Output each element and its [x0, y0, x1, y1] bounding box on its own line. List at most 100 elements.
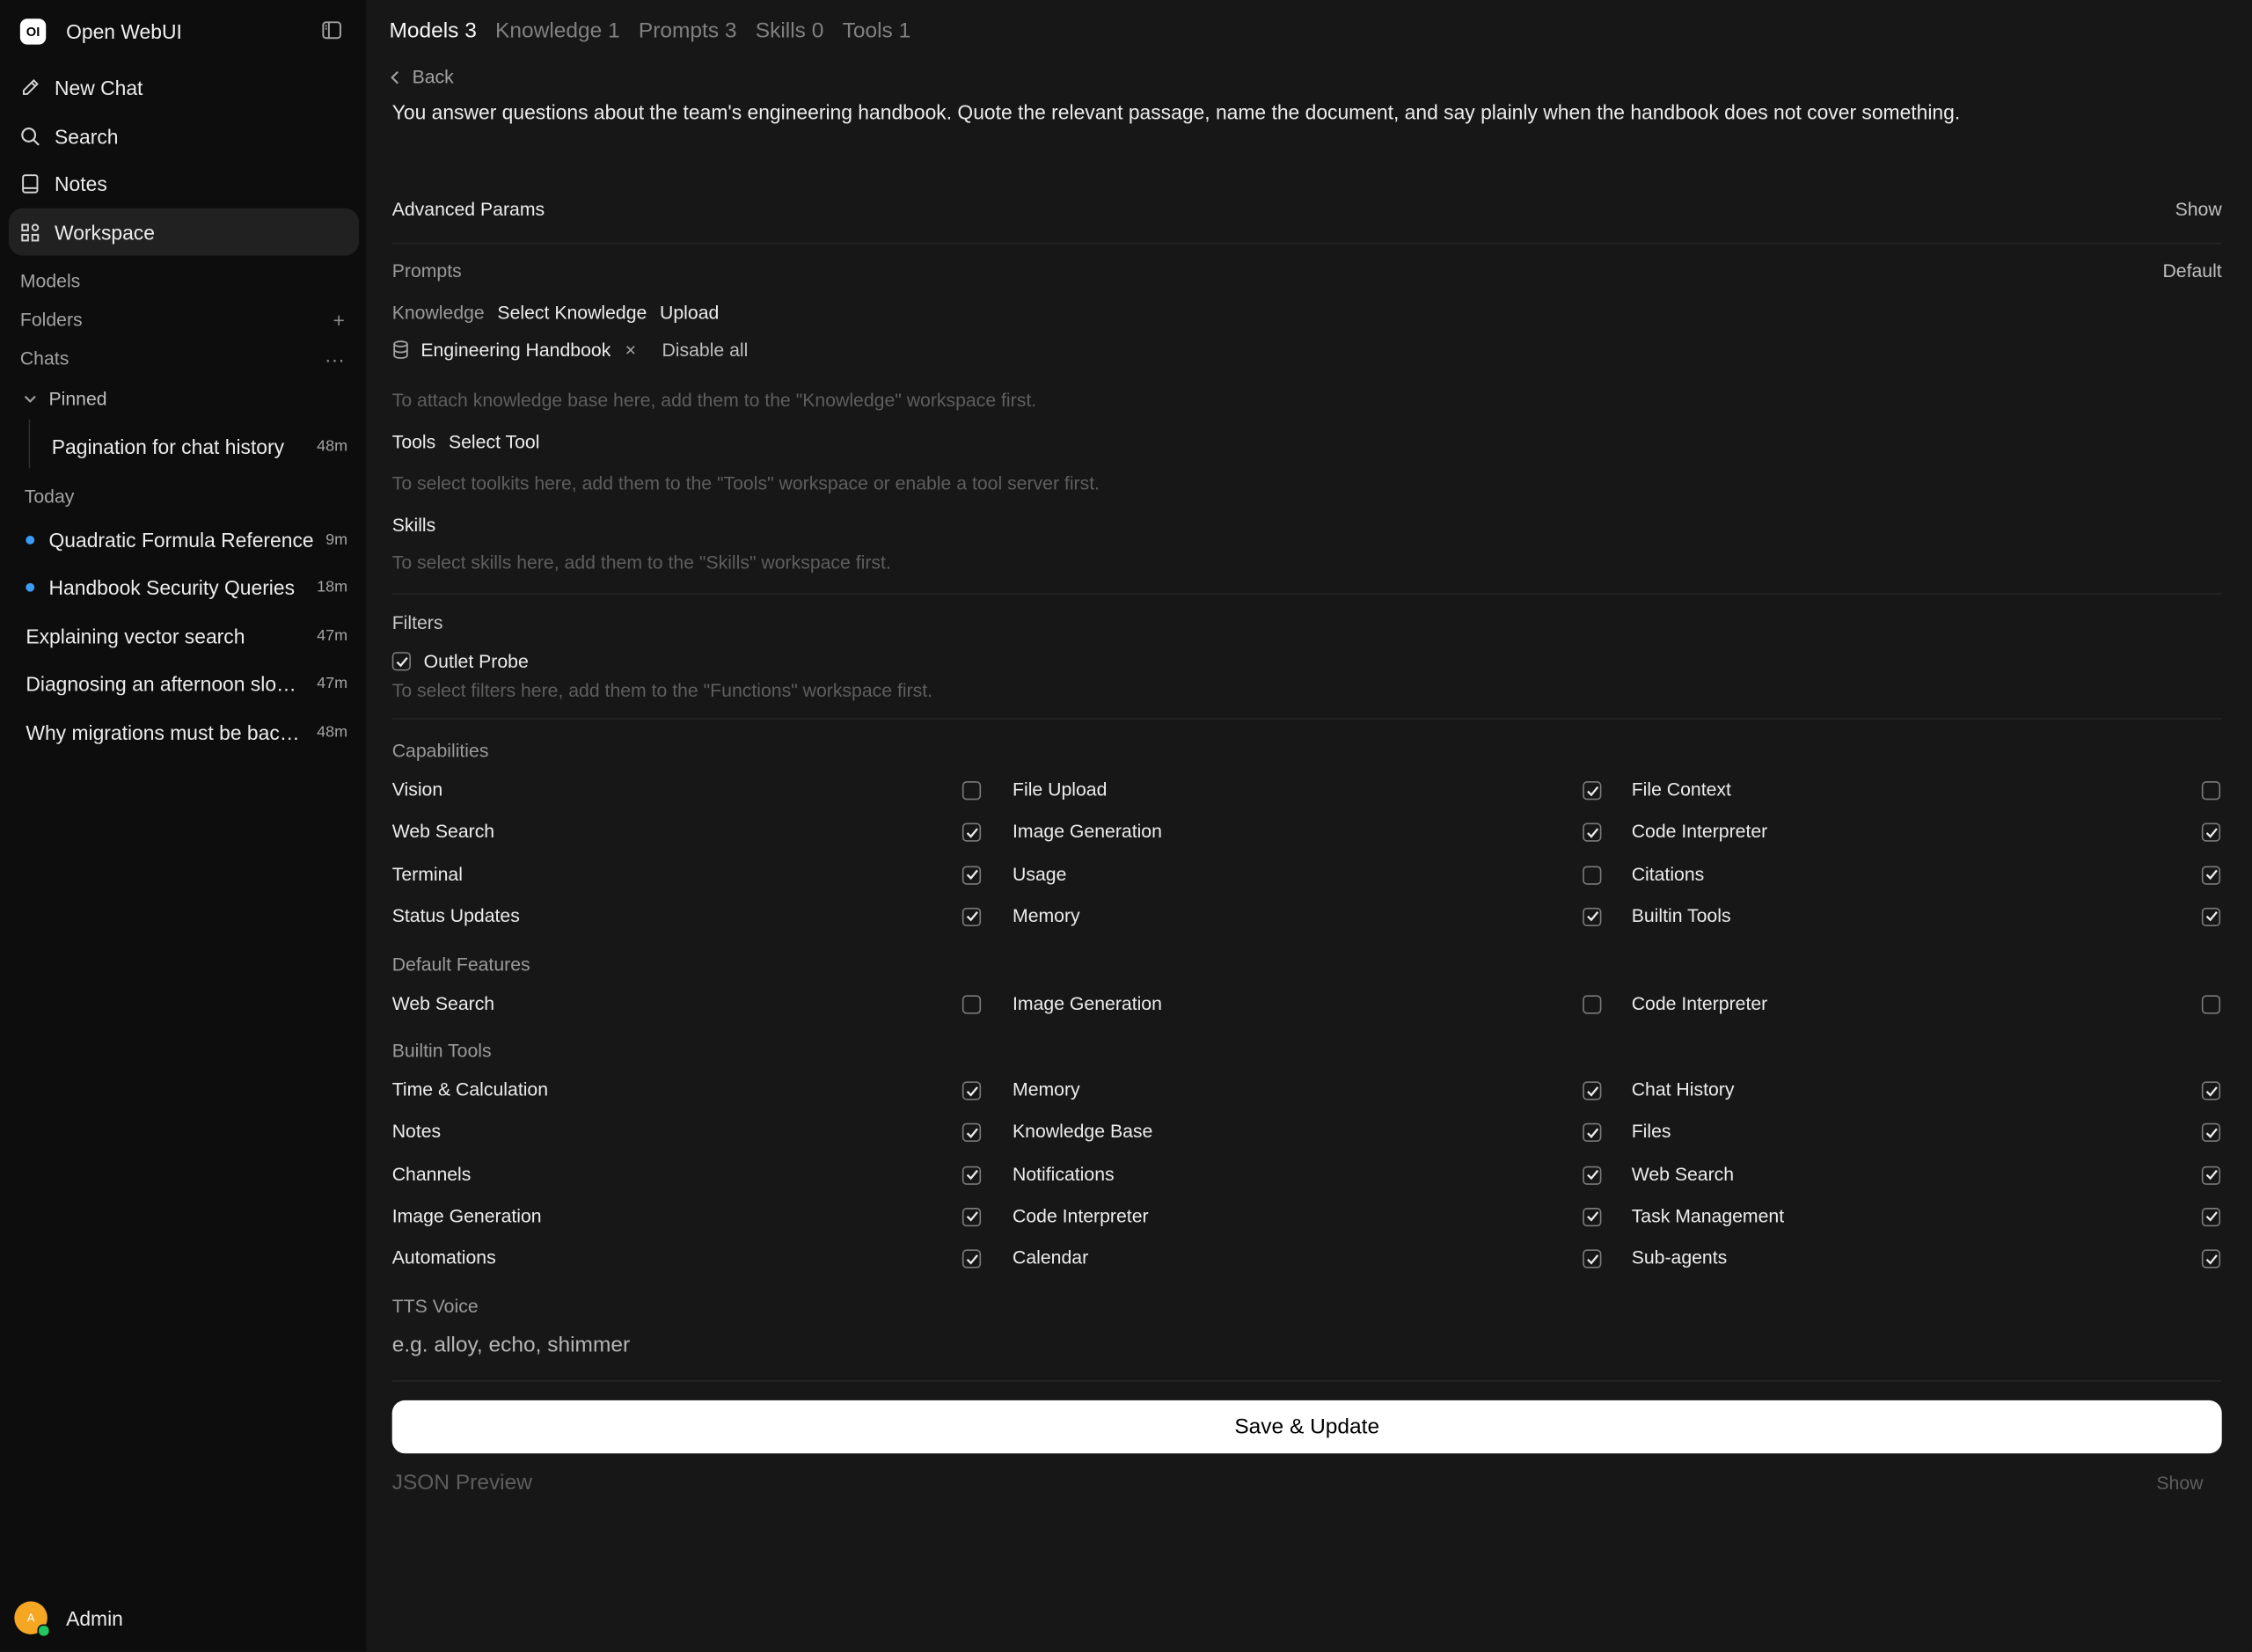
option-label: Sub-agents	[1631, 1246, 1728, 1268]
checkbox[interactable]	[961, 1249, 982, 1268]
option-label: Knowledge Base	[1013, 1120, 1153, 1143]
checkbox[interactable]	[961, 865, 982, 885]
checkbox[interactable]	[1583, 781, 1602, 800]
chat-item[interactable]: Handbook Security Queries 18m	[18, 570, 348, 604]
builtin-tools-grid: Time & Calculation Memory Chat History Note…	[392, 1078, 2224, 1280]
checkbox[interactable]	[391, 652, 411, 671]
nav-label: Notes	[55, 172, 107, 195]
checkbox[interactable]	[961, 995, 982, 1014]
tts-voice-input[interactable]: e.g. alloy, echo, shimmer	[392, 1333, 630, 1357]
checkbox[interactable]	[2201, 1166, 2221, 1185]
checkbox[interactable]	[2201, 1081, 2221, 1100]
checkbox[interactable]	[1583, 1123, 1602, 1143]
checkbox[interactable]	[961, 822, 982, 843]
main-panel: Models 3 Knowledge 1 Prompts 3 Skills 0 …	[366, 0, 2252, 1652]
pencil-icon	[20, 77, 40, 97]
nav-search[interactable]: Search	[9, 112, 359, 159]
checkbox[interactable]	[2201, 822, 2221, 843]
pinned-label: Pinned	[48, 387, 107, 410]
tab-count: 1	[608, 18, 620, 43]
checkbox[interactable]	[1583, 1166, 1602, 1185]
nav-workspace[interactable]: Workspace	[8, 208, 360, 256]
chat-item[interactable]: Diagnosing an afternoon slowdown 47m	[18, 667, 348, 701]
option-label: Code Interpreter	[1631, 992, 1768, 1014]
section-folders[interactable]: Folders +	[20, 309, 345, 330]
chat-item[interactable]: Explaining vector search 47m	[18, 619, 348, 654]
checkbox[interactable]	[961, 907, 982, 926]
chat-item[interactable]: Pagination for chat history 48m	[43, 429, 347, 464]
checkbox[interactable]	[2201, 907, 2221, 926]
disable-all-button[interactable]: Disable all	[662, 339, 748, 360]
tab-knowledge[interactable]: Knowledge 1	[495, 18, 620, 43]
checkbox[interactable]	[2201, 865, 2221, 885]
tab-label: Models	[389, 18, 459, 43]
tab-count: 3	[464, 18, 477, 43]
checkbox[interactable]	[2201, 1249, 2221, 1268]
checkbox[interactable]	[1583, 865, 1602, 885]
section-models[interactable]: Models	[20, 270, 345, 291]
tab-count: 0	[811, 18, 824, 43]
user-menu[interactable]: A Admin	[14, 1601, 123, 1638]
nav-new-chat[interactable]: New Chat	[9, 63, 359, 111]
checkbox[interactable]	[1583, 1207, 1602, 1227]
chat-item[interactable]: Quadratic Formula Reference 9m	[18, 523, 348, 557]
chat-title: Quadratic Formula Reference	[48, 528, 314, 552]
checkbox[interactable]	[961, 1207, 982, 1227]
upload-button[interactable]: Upload	[660, 302, 719, 323]
filters-label: Filters	[391, 611, 443, 633]
sidebar: OI Open WebUI New Chat Search Notes Work…	[0, 0, 367, 1652]
filters-hint: To select filters here, add them to the …	[391, 679, 933, 701]
json-preview-toggle[interactable]: Show	[2156, 1472, 2203, 1493]
tab-models[interactable]: Models 3	[389, 18, 476, 43]
json-preview-label: JSON Preview	[391, 1470, 532, 1495]
checkbox[interactable]	[2201, 781, 2221, 800]
checkbox[interactable]	[2201, 1207, 2221, 1227]
tab-skills[interactable]: Skills 0	[756, 18, 824, 43]
checkbox[interactable]	[1583, 907, 1602, 926]
nav-notes[interactable]: Notes	[9, 159, 359, 207]
nav-label: Search	[55, 124, 119, 148]
checkbox[interactable]	[1583, 995, 1602, 1014]
more-icon[interactable]: ···	[325, 348, 345, 369]
filter-item[interactable]: Outlet Probe	[391, 651, 529, 672]
prompts-select[interactable]: Default	[2162, 260, 2221, 281]
app-logo[interactable]: OI	[19, 18, 47, 45]
pinned-divider	[28, 419, 31, 469]
chat-time: 47m	[317, 675, 348, 692]
select-tool-button[interactable]: Select Tool	[449, 431, 539, 452]
divider	[391, 242, 2222, 245]
avatar: A	[14, 1601, 51, 1638]
section-folders-label: Folders	[19, 309, 83, 331]
search-icon	[20, 126, 40, 146]
chat-time: 9m	[325, 531, 348, 549]
section-chats[interactable]: Chats ···	[20, 347, 345, 369]
sidebar-toggle-icon[interactable]	[322, 20, 342, 40]
checkbox[interactable]	[961, 1123, 982, 1143]
chat-item[interactable]: Why migrations must be backward compatib…	[18, 715, 348, 749]
option-label: Web Search	[1631, 1162, 1735, 1185]
checkbox[interactable]	[1583, 1249, 1602, 1268]
tab-tools[interactable]: Tools 1	[843, 18, 911, 43]
checkbox[interactable]	[961, 781, 982, 800]
checkbox[interactable]	[2201, 1123, 2221, 1143]
back-button[interactable]: Back	[389, 66, 454, 88]
tab-prompts[interactable]: Prompts 3	[639, 18, 737, 43]
system-prompt-textarea[interactable]: You answer questions about the team's en…	[392, 100, 2202, 123]
checkbox[interactable]	[1583, 822, 1602, 843]
remove-knowledge-icon[interactable]: ×	[625, 339, 636, 360]
online-status-dot	[37, 1624, 51, 1638]
checkbox[interactable]	[961, 1166, 982, 1185]
pinned-folder[interactable]: Pinned	[23, 387, 107, 410]
section-models-label: Models	[19, 269, 81, 292]
checkbox[interactable]	[2201, 995, 2221, 1014]
option-label: Image Generation	[1013, 820, 1162, 843]
checkbox[interactable]	[961, 1081, 982, 1100]
app-title: Open WebUI	[66, 19, 182, 43]
knowledge-row: Knowledge Select Knowledge Upload	[392, 302, 732, 323]
advanced-params-toggle[interactable]: Show	[2175, 198, 2222, 219]
save-update-button[interactable]: Save & Update	[391, 1400, 2222, 1454]
add-folder-icon[interactable]: +	[333, 310, 344, 330]
select-knowledge-button[interactable]: Select Knowledge	[497, 302, 647, 323]
checkbox[interactable]	[1583, 1081, 1602, 1100]
option-label: Channels	[391, 1162, 472, 1185]
